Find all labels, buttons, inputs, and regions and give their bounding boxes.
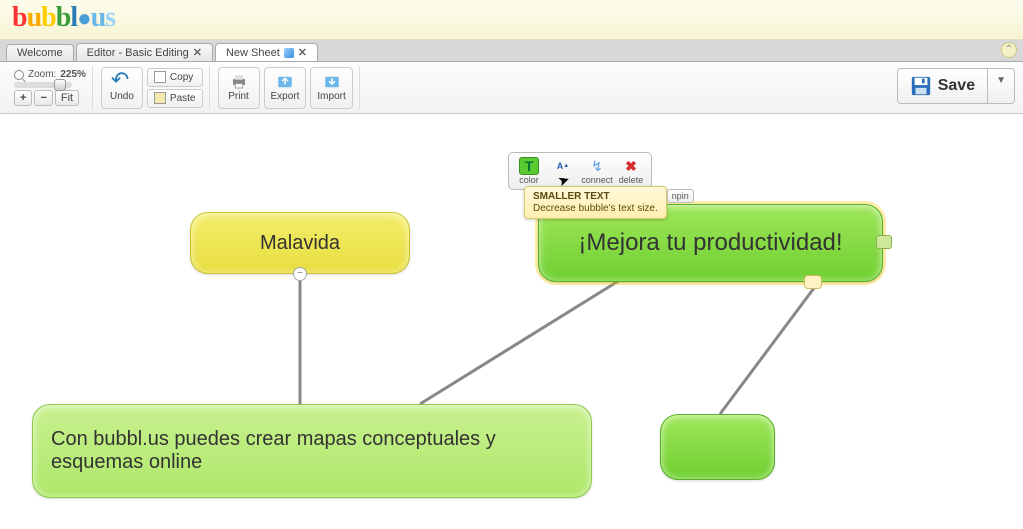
tab-label: Editor - Basic Editing bbox=[87, 47, 189, 59]
import-button[interactable]: Import bbox=[310, 67, 352, 109]
printer-icon bbox=[228, 73, 250, 91]
zoom-fit-button[interactable]: Fit bbox=[55, 90, 79, 106]
tooltip-smaller-text: SMALLER TEXT Decrease bubble's text size… bbox=[524, 186, 667, 219]
tab-label: New Sheet bbox=[226, 47, 280, 59]
bubble-connect-button[interactable]: ↯ connect bbox=[581, 156, 613, 186]
bubble-text: Con bubbl.us puedes crear mapas conceptu… bbox=[51, 428, 573, 474]
save-dropdown-button[interactable]: ▼ bbox=[988, 68, 1015, 104]
close-icon[interactable]: ✕ bbox=[193, 46, 202, 59]
text-size-icon: A▲ bbox=[553, 157, 573, 175]
copy-icon bbox=[154, 71, 166, 83]
unpin-button[interactable]: npin bbox=[667, 189, 694, 203]
bubble-text: Malavida bbox=[260, 232, 340, 255]
zoom-in-button[interactable]: + bbox=[14, 90, 32, 106]
bubble-empty[interactable] bbox=[660, 414, 775, 480]
undo-icon: ↶ bbox=[111, 73, 133, 91]
app-header: bubbl●us bbox=[0, 0, 1023, 40]
zoom-out-button[interactable]: − bbox=[34, 90, 52, 106]
zoom-group: Zoom: 225% + − Fit bbox=[8, 66, 93, 109]
delete-icon: ✖ bbox=[621, 157, 641, 175]
tooltip-description: Decrease bubble's text size. bbox=[533, 203, 658, 214]
floppy-icon bbox=[910, 75, 932, 97]
app-logo: bubbl●us bbox=[12, 2, 115, 33]
bubble-context-toolbar: T color A▲ s ↯ connect ✖ delete bbox=[508, 152, 652, 190]
connect-icon: ↯ bbox=[587, 157, 607, 175]
export-icon bbox=[274, 73, 296, 91]
tab-label: Welcome bbox=[17, 47, 63, 59]
close-icon[interactable]: ✕ bbox=[298, 46, 307, 59]
bubble-delete-button[interactable]: ✖ delete bbox=[615, 156, 647, 186]
paste-button[interactable]: Paste bbox=[147, 89, 203, 108]
export-button[interactable]: Export bbox=[264, 67, 307, 109]
undo-button[interactable]: ↶ Undo bbox=[101, 67, 143, 109]
connector-handle[interactable]: − bbox=[293, 267, 307, 281]
tab-editor-basic[interactable]: Editor - Basic Editing ✕ bbox=[76, 43, 213, 61]
tab-new-sheet[interactable]: New Sheet ✕ bbox=[215, 43, 318, 61]
bubble-description[interactable]: Con bubbl.us puedes crear mapas conceptu… bbox=[32, 404, 592, 498]
main-toolbar: Zoom: 225% + − Fit ↶ Undo Copy Paste bbox=[0, 62, 1023, 114]
tooltip-title: SMALLER TEXT bbox=[533, 191, 658, 202]
paste-icon bbox=[154, 92, 166, 104]
bubble-malavida[interactable]: Malavida − bbox=[190, 212, 410, 274]
add-child-handle[interactable] bbox=[804, 275, 822, 289]
bubble-text: ¡Mejora tu productividad! bbox=[578, 229, 842, 257]
save-button[interactable]: Save bbox=[897, 68, 988, 104]
bubble-color-button[interactable]: T color bbox=[513, 156, 545, 186]
print-button[interactable]: Print bbox=[218, 67, 260, 109]
attach-icon[interactable] bbox=[876, 235, 892, 249]
bubble-size-button[interactable]: A▲ s bbox=[547, 156, 579, 186]
copy-button[interactable]: Copy bbox=[147, 68, 203, 87]
color-icon: T bbox=[519, 157, 539, 175]
collapse-toolbar-button[interactable]: ⌃ bbox=[1001, 42, 1017, 58]
sheet-icon bbox=[284, 48, 294, 58]
magnifier-icon bbox=[14, 70, 24, 80]
document-tabs: Welcome Editor - Basic Editing ✕ New She… bbox=[0, 40, 1023, 62]
tab-welcome[interactable]: Welcome bbox=[6, 44, 74, 61]
zoom-label: Zoom: bbox=[28, 69, 56, 80]
import-icon bbox=[321, 73, 343, 91]
zoom-slider[interactable] bbox=[14, 82, 72, 88]
diagram-canvas[interactable]: Malavida − ¡Mejora tu productividad! Con… bbox=[0, 114, 1023, 529]
